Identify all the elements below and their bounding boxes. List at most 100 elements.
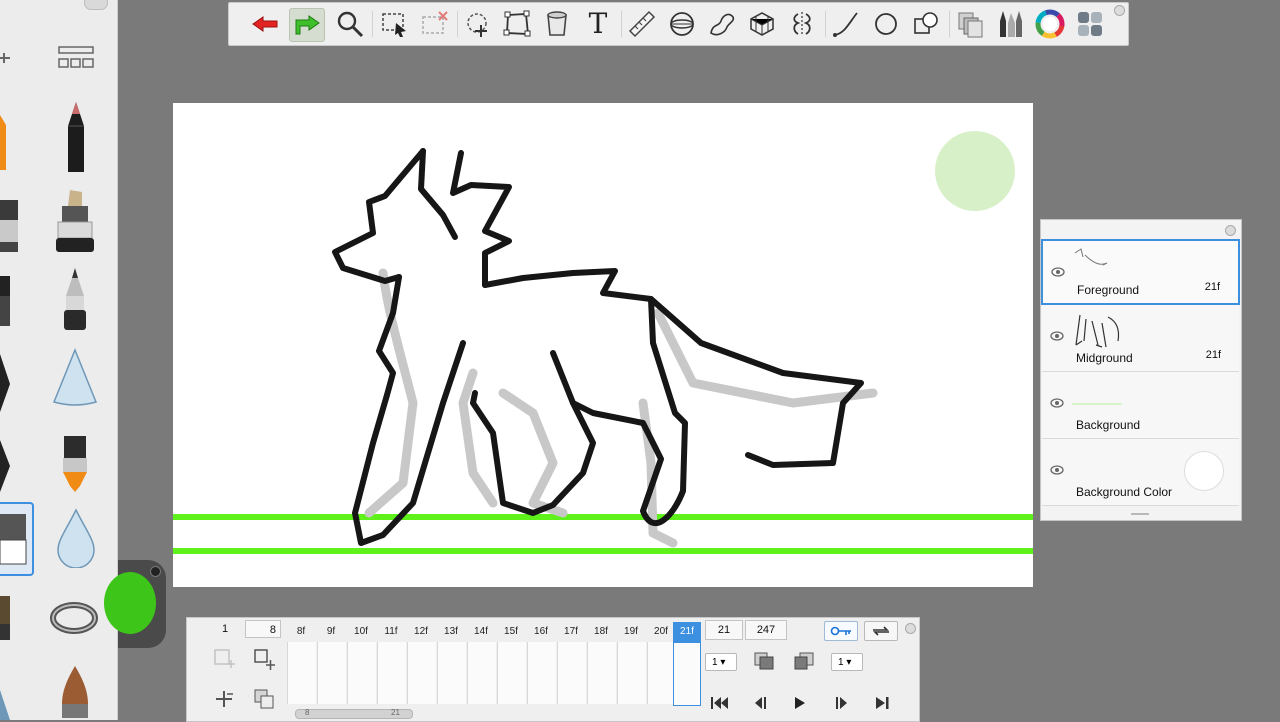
- layers-button[interactable]: [953, 8, 987, 40]
- frame-cell[interactable]: [467, 642, 496, 704]
- layer-foreground[interactable]: Foreground 21f: [1041, 239, 1240, 305]
- layers-panel-close-button[interactable]: [1225, 225, 1236, 236]
- layer-background-color[interactable]: Background Color: [1042, 439, 1239, 506]
- frame-cell[interactable]: [377, 642, 406, 704]
- start-frame-field[interactable]: 1: [207, 620, 243, 638]
- frame-cell[interactable]: [527, 642, 556, 704]
- layer-shapes-button[interactable]: [909, 8, 943, 40]
- onion-skin-before-dropdown[interactable]: 1 ▾: [705, 653, 737, 671]
- hard-eraser-icon[interactable]: [50, 347, 100, 413]
- layer-background[interactable]: Background: [1042, 372, 1239, 439]
- add-keyframe-button[interactable]: [211, 688, 237, 710]
- marker-icon[interactable]: [52, 188, 98, 259]
- layer-midground[interactable]: Midground 21f: [1042, 305, 1239, 372]
- transform-button[interactable]: [500, 8, 534, 40]
- frame-label[interactable]: 10f: [347, 622, 375, 642]
- ruler-button[interactable]: [625, 8, 659, 40]
- onion-skin-toggle-button[interactable]: [751, 650, 777, 672]
- frame-label[interactable]: 9f: [317, 622, 345, 642]
- frame-label[interactable]: 15f: [497, 622, 525, 642]
- pencil-icon[interactable]: [62, 100, 90, 179]
- keyframe-button[interactable]: [824, 621, 858, 641]
- layers-panel-handle[interactable]: [1131, 513, 1149, 515]
- frame-label[interactable]: 8f: [287, 622, 315, 642]
- frame-label[interactable]: 11f: [377, 622, 405, 642]
- duplicate-frame-button[interactable]: [251, 688, 277, 710]
- frame-cell[interactable]: [557, 642, 586, 704]
- frame-label[interactable]: 16f: [527, 622, 555, 642]
- fineliner-icon[interactable]: [0, 436, 12, 501]
- calligraphy-icon[interactable]: [0, 354, 12, 419]
- frame-cell[interactable]: [317, 642, 346, 704]
- blender-drop-icon[interactable]: [56, 508, 96, 573]
- watercolor-brush-icon[interactable]: [58, 664, 92, 720]
- frame-label[interactable]: 12f: [407, 622, 435, 642]
- frame-label[interactable]: 20f: [647, 622, 675, 642]
- symmetry-button[interactable]: [785, 8, 819, 40]
- select-clear-button[interactable]: [417, 8, 451, 40]
- drawing-canvas[interactable]: [173, 103, 1033, 587]
- go-to-end-button[interactable]: [869, 692, 895, 714]
- timeline-close-button[interactable]: [905, 623, 916, 634]
- frame-cell[interactable]: [587, 642, 616, 704]
- frame-cell-current[interactable]: [673, 642, 701, 706]
- add-frame-button[interactable]: [211, 648, 237, 670]
- fps-field[interactable]: 8: [245, 620, 281, 638]
- shape-button[interactable]: [869, 8, 903, 40]
- brush-grid-icon[interactable]: [58, 46, 94, 75]
- copic-swatches-button[interactable]: [1073, 8, 1107, 40]
- frame-cell[interactable]: [347, 642, 376, 704]
- visibility-eye-icon[interactable]: [1050, 398, 1064, 408]
- smear-icon[interactable]: [0, 590, 12, 651]
- color-wheel-button[interactable]: [1033, 8, 1067, 40]
- onion-skin-after-dropdown[interactable]: 1 ▾: [831, 653, 863, 671]
- airbrush-icon[interactable]: [0, 190, 20, 259]
- visibility-eye-icon[interactable]: [1051, 267, 1065, 277]
- ballpoint-pen-icon[interactable]: [58, 266, 92, 337]
- text-button[interactable]: T: [581, 8, 615, 40]
- current-color-swatch[interactable]: [104, 572, 156, 634]
- visibility-eye-icon[interactable]: [1050, 465, 1064, 475]
- pencil-orange-icon[interactable]: [0, 105, 12, 180]
- lasso-button[interactable]: [461, 8, 495, 40]
- eraser-tool-selected[interactable]: [0, 502, 34, 576]
- frame-label[interactable]: 18f: [587, 622, 615, 642]
- color-puck[interactable]: [104, 560, 166, 648]
- stroke-button[interactable]: [829, 8, 863, 40]
- frame-cell[interactable]: [437, 642, 466, 704]
- ellipse-guide-button[interactable]: [665, 8, 699, 40]
- go-to-start-button[interactable]: [707, 692, 733, 714]
- zoom-button[interactable]: [333, 8, 367, 40]
- undo-button[interactable]: [248, 8, 282, 40]
- frame-label[interactable]: 14f: [467, 622, 495, 642]
- frame-label[interactable]: 17f: [557, 622, 585, 642]
- pastel-icon[interactable]: [0, 670, 12, 720]
- brush-set-button[interactable]: [993, 8, 1027, 40]
- add-layer-frame-button[interactable]: [251, 648, 277, 670]
- ink-pen-icon[interactable]: [0, 270, 12, 335]
- frame-label[interactable]: 13f: [437, 622, 465, 642]
- redo-button[interactable]: [289, 8, 325, 42]
- frame-cell[interactable]: [647, 642, 674, 704]
- frame-cell[interactable]: [287, 642, 316, 704]
- frame-label-current[interactable]: 21f: [673, 622, 701, 642]
- frame-cell[interactable]: [407, 642, 436, 704]
- next-frame-button[interactable]: [829, 692, 855, 714]
- play-button[interactable]: [787, 692, 813, 714]
- onion-skin-after-button[interactable]: [791, 650, 817, 672]
- current-frame-field[interactable]: 21: [705, 620, 743, 640]
- palette-grip-button[interactable]: [84, 0, 108, 10]
- frame-label[interactable]: 19f: [617, 622, 645, 642]
- fill-button[interactable]: [540, 8, 574, 40]
- previous-frame-button[interactable]: [747, 692, 773, 714]
- frame-cell[interactable]: [617, 642, 646, 704]
- paint-brush-icon[interactable]: [58, 434, 92, 499]
- soft-eraser-icon[interactable]: [50, 598, 98, 643]
- visibility-eye-icon[interactable]: [1050, 331, 1064, 341]
- brush-library-icon[interactable]: [0, 44, 14, 79]
- background-color-swatch[interactable]: [1184, 451, 1224, 491]
- loop-button[interactable]: [864, 621, 898, 641]
- toolbar-grip-button[interactable]: [1114, 5, 1125, 16]
- select-button[interactable]: [377, 8, 411, 40]
- french-curve-button[interactable]: [705, 8, 739, 40]
